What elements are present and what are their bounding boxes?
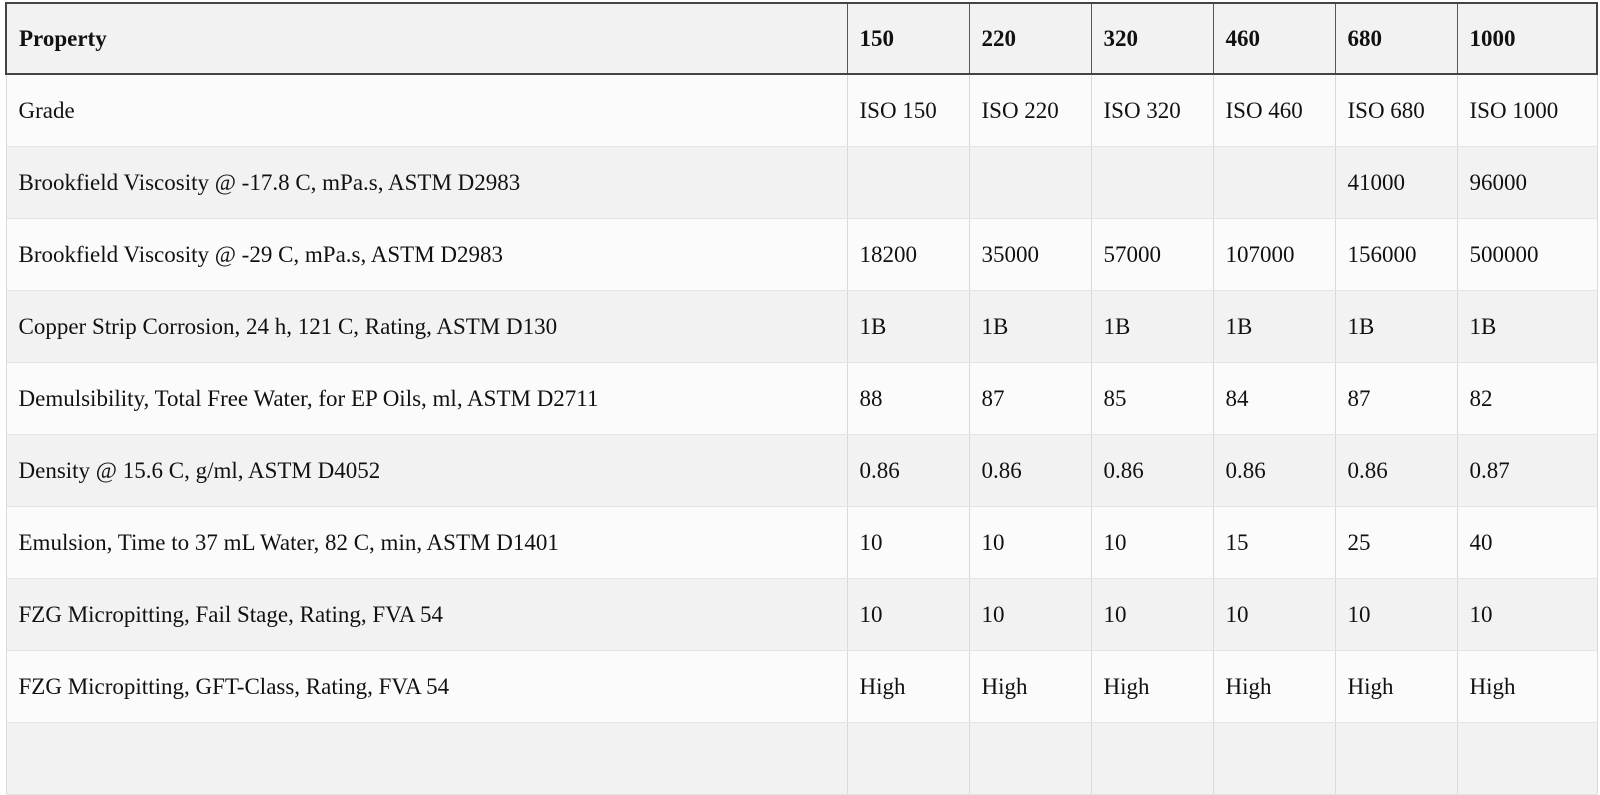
property-name-cell: Grade — [5, 74, 848, 147]
table-row: Density @ 15.6 C, g/ml, ASTM D4052 0.86 0.… — [5, 434, 1598, 507]
value-cell — [969, 722, 1092, 795]
value-cell — [969, 146, 1092, 219]
table-row: Copper Strip Corrosion, 24 h, 121 C, Rat… — [5, 290, 1598, 363]
value-cell: 96000 — [1457, 146, 1598, 219]
value-cell — [847, 722, 970, 795]
property-name-cell: Density @ 15.6 C, g/ml, ASTM D4052 — [5, 434, 848, 507]
value-cell: 0.86 — [969, 434, 1092, 507]
value-cell: 87 — [1335, 362, 1458, 435]
value-cell: High — [1335, 650, 1458, 723]
value-cell: 1B — [1091, 290, 1214, 363]
value-cell: ISO 220 — [969, 74, 1092, 147]
property-name-cell: Emulsion, Time to 37 mL Water, 82 C, min… — [5, 506, 848, 579]
value-cell: 0.86 — [1091, 434, 1214, 507]
value-cell: High — [1091, 650, 1214, 723]
value-cell: High — [1457, 650, 1598, 723]
value-cell: 10 — [1457, 578, 1598, 651]
value-cell: 85 — [1091, 362, 1214, 435]
value-cell — [1091, 722, 1214, 795]
value-cell: 1B — [847, 290, 970, 363]
properties-table-container: Property 150 220 320 460 680 1000 Grade I… — [5, 2, 1598, 795]
table-row: Demulsibility, Total Free Water, for EP … — [5, 362, 1598, 435]
value-cell: 1B — [1457, 290, 1598, 363]
table-row: Emulsion, Time to 37 mL Water, 82 C, min… — [5, 506, 1598, 579]
value-cell: 18200 — [847, 218, 970, 291]
value-cell: 10 — [847, 506, 970, 579]
value-cell: 0.86 — [847, 434, 970, 507]
value-cell — [1091, 146, 1214, 219]
table-header-row: Property 150 220 320 460 680 1000 — [5, 2, 1598, 75]
table-body: Grade ISO 150 ISO 220 ISO 320 ISO 460 ISO 680… — [5, 74, 1598, 795]
header-grade-150: 150 — [847, 2, 970, 75]
table-row — [5, 722, 1598, 795]
value-cell: 88 — [847, 362, 970, 435]
value-cell: ISO 320 — [1091, 74, 1214, 147]
value-cell: 10 — [969, 578, 1092, 651]
header-grade-220: 220 — [969, 2, 1092, 75]
table-row: Brookfield Viscosity @ -29 C, mPa.s, AST… — [5, 218, 1598, 291]
value-cell: 41000 — [1335, 146, 1458, 219]
property-name-cell: FZG Micropitting, GFT-Class, Rating, FVA… — [5, 650, 848, 723]
value-cell: ISO 680 — [1335, 74, 1458, 147]
value-cell: 10 — [1335, 578, 1458, 651]
value-cell: ISO 1000 — [1457, 74, 1598, 147]
value-cell — [1213, 722, 1336, 795]
value-cell: 10 — [847, 578, 970, 651]
value-cell — [847, 146, 970, 219]
value-cell: High — [847, 650, 970, 723]
value-cell: 15 — [1213, 506, 1336, 579]
value-cell — [1457, 722, 1598, 795]
value-cell: 10 — [969, 506, 1092, 579]
property-name-cell: Demulsibility, Total Free Water, for EP … — [5, 362, 848, 435]
properties-table: Property 150 220 320 460 680 1000 Grade I… — [5, 2, 1598, 795]
value-cell: 87 — [969, 362, 1092, 435]
table-row: FZG Micropitting, GFT-Class, Rating, FVA… — [5, 650, 1598, 723]
table-row: Brookfield Viscosity @ -17.8 C, mPa.s, A… — [5, 146, 1598, 219]
header-grade-460: 460 — [1213, 2, 1336, 75]
header-grade-1000: 1000 — [1457, 2, 1598, 75]
value-cell: 500000 — [1457, 218, 1598, 291]
property-name-cell: FZG Micropitting, Fail Stage, Rating, FV… — [5, 578, 848, 651]
property-name-cell: Copper Strip Corrosion, 24 h, 121 C, Rat… — [5, 290, 848, 363]
property-name-cell — [5, 722, 848, 795]
value-cell: 82 — [1457, 362, 1598, 435]
property-name-cell: Brookfield Viscosity @ -17.8 C, mPa.s, A… — [5, 146, 848, 219]
value-cell: 25 — [1335, 506, 1458, 579]
value-cell: 84 — [1213, 362, 1336, 435]
value-cell: 0.87 — [1457, 434, 1598, 507]
value-cell: High — [969, 650, 1092, 723]
value-cell: 40 — [1457, 506, 1598, 579]
header-property: Property — [5, 2, 848, 75]
table-row: Grade ISO 150 ISO 220 ISO 320 ISO 460 ISO 680… — [5, 74, 1598, 147]
value-cell: 1B — [969, 290, 1092, 363]
value-cell: 1B — [1335, 290, 1458, 363]
value-cell: 57000 — [1091, 218, 1214, 291]
value-cell: 35000 — [969, 218, 1092, 291]
value-cell: 0.86 — [1335, 434, 1458, 507]
value-cell: 0.86 — [1213, 434, 1336, 507]
header-grade-320: 320 — [1091, 2, 1214, 75]
header-grade-680: 680 — [1335, 2, 1458, 75]
value-cell: 107000 — [1213, 218, 1336, 291]
value-cell — [1335, 722, 1458, 795]
value-cell — [1213, 146, 1336, 219]
value-cell: 156000 — [1335, 218, 1458, 291]
value-cell: High — [1213, 650, 1336, 723]
value-cell: 10 — [1091, 578, 1214, 651]
value-cell: 10 — [1213, 578, 1336, 651]
value-cell: ISO 150 — [847, 74, 970, 147]
property-name-cell: Brookfield Viscosity @ -29 C, mPa.s, AST… — [5, 218, 848, 291]
value-cell: 1B — [1213, 290, 1336, 363]
value-cell: ISO 460 — [1213, 74, 1336, 147]
table-row: FZG Micropitting, Fail Stage, Rating, FV… — [5, 578, 1598, 651]
value-cell: 10 — [1091, 506, 1214, 579]
